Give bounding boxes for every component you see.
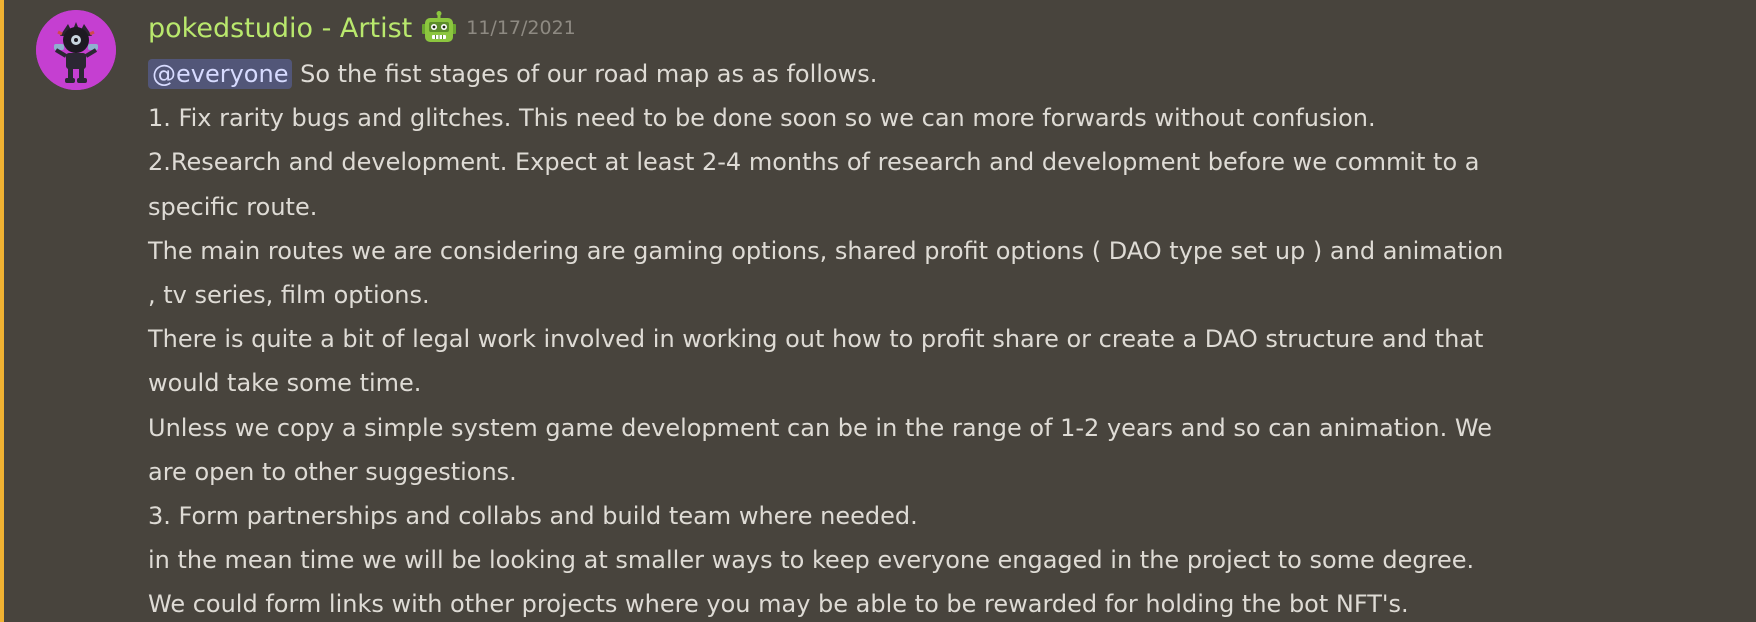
mention-highlight-bar	[0, 0, 4, 622]
message-line: in the mean time we will be looking at s…	[148, 546, 1475, 575]
message-line: @everyone So the fist stages of our road…	[148, 52, 1718, 96]
message-line: , tv series, film options.	[148, 280, 430, 309]
message-line: Unless we copy a simple system game deve…	[148, 413, 1492, 442]
message-timestamp: 11/17/2021	[466, 17, 576, 39]
message-header: pokedstudio - Artist 11/17/2021	[148, 8, 576, 48]
message-line: 2.Research and development. Expect at le…	[148, 148, 1480, 177]
message-line: The main routes we are considering are g…	[148, 236, 1504, 265]
message-line: 1. Fix rarity bugs and glitches. This ne…	[148, 104, 1376, 133]
chat-message: pokedstudio - Artist 11/17/2021 @everyon…	[0, 0, 1756, 622]
message-line: are open to other suggestions.	[148, 457, 517, 486]
message-line: would take some time.	[148, 369, 422, 398]
robot-avatar-icon	[36, 10, 116, 90]
author-name[interactable]: pokedstudio - Artist	[148, 13, 412, 44]
message-line: 3. Form partnerships and collabs and bui…	[148, 501, 918, 530]
robot-emoji-icon	[420, 11, 458, 45]
message-line: specific route.	[148, 192, 318, 221]
message-line-text: So the fist stages of our road map as as…	[292, 60, 878, 88]
everyone-mention[interactable]: @everyone	[148, 59, 293, 89]
message-line: We could form links with other projects …	[148, 590, 1409, 619]
avatar[interactable]	[36, 10, 116, 90]
message-content: @everyone So the fist stages of our road…	[148, 52, 1718, 622]
message-line: There is quite a bit of legal work invol…	[148, 325, 1484, 354]
